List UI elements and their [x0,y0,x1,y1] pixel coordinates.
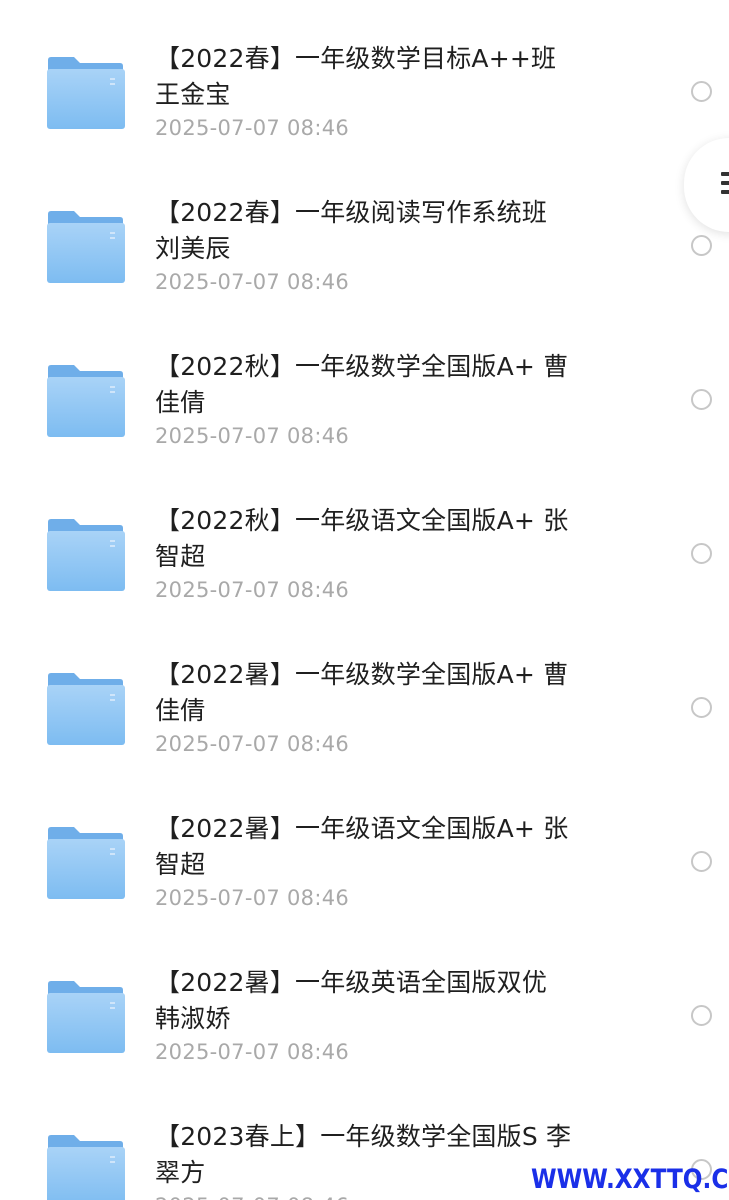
folder-icon [46,210,126,284]
folder-icon [46,56,126,130]
menu-icon [721,172,729,199]
file-info: 【2022暑】一年级英语全国版双优 韩淑娇 2025-07-07 08:46 [155,965,615,1067]
select-radio[interactable] [691,697,712,718]
folder-icon [46,518,126,592]
file-date: 2025-07-07 08:46 [155,886,350,910]
watermark-text: WWW.XXTTQ.COM [531,1164,729,1195]
file-name: 【2022秋】一年级数学全国版A+ 曹 佳倩 [155,352,569,417]
folder-icon [46,364,126,438]
file-date: 2025-07-07 08:46 [155,116,350,140]
file-name: 【2022暑】一年级英语全国版双优 韩淑娇 [155,968,548,1033]
file-info: 【2022暑】一年级数学全国版A+ 曹 佳倩 2025-07-07 08:46 [155,657,615,759]
list-item[interactable]: 【2022春】一年级阅读写作系统班 刘美辰 2025-07-07 08:46 [0,154,729,308]
file-info: 【2022秋】一年级语文全国版A+ 张 智超 2025-07-07 08:46 [155,503,615,605]
file-date: 2025-07-07 08:46 [155,732,350,756]
list-item[interactable]: 【2022暑】一年级语文全国版A+ 张 智超 2025-07-07 08:46 [0,770,729,924]
select-radio[interactable] [691,543,712,564]
list-item[interactable]: 【2022暑】一年级数学全国版A+ 曹 佳倩 2025-07-07 08:46 [0,616,729,770]
file-name: 【2022秋】一年级语文全国版A+ 张 智超 [155,506,569,571]
file-date: 2025-07-07 08:46 [155,578,350,602]
list-item[interactable]: 【2022春】一年级数学目标A++班 王金宝 2025-07-07 08:46 [0,0,729,154]
folder-icon [46,826,126,900]
list-item[interactable]: 【2022秋】一年级语文全国版A+ 张 智超 2025-07-07 08:46 [0,462,729,616]
file-info: 【2022秋】一年级数学全国版A+ 曹 佳倩 2025-07-07 08:46 [155,349,615,451]
file-name: 【2022暑】一年级语文全国版A+ 张 智超 [155,814,569,879]
list-item[interactable]: 【2022暑】一年级英语全国版双优 韩淑娇 2025-07-07 08:46 [0,924,729,1078]
file-list-screen: 【2022春】一年级数学目标A++班 王金宝 2025-07-07 08:46 … [0,0,729,1200]
file-info: 【2022暑】一年级语文全国版A+ 张 智超 2025-07-07 08:46 [155,811,615,913]
file-name: 【2022春】一年级数学目标A++班 王金宝 [155,44,557,109]
file-name: 【2022春】一年级阅读写作系统班 刘美辰 [155,198,548,263]
folder-icon [46,1134,126,1200]
file-list: 【2022春】一年级数学目标A++班 王金宝 2025-07-07 08:46 … [0,0,729,1200]
file-info: 【2022春】一年级数学目标A++班 王金宝 2025-07-07 08:46 [155,41,615,143]
select-radio[interactable] [691,851,712,872]
file-date: 2025-07-07 08:46 [155,424,350,448]
file-date: 2025-07-07 08:46 [155,270,350,294]
file-date: 2025-07-07 08:46 [155,1040,350,1064]
file-name: 【2022暑】一年级数学全国版A+ 曹 佳倩 [155,660,569,725]
folder-icon [46,672,126,746]
folder-icon [46,980,126,1054]
select-radio[interactable] [691,235,712,256]
select-radio[interactable] [691,389,712,410]
list-item[interactable]: 【2022秋】一年级数学全国版A+ 曹 佳倩 2025-07-07 08:46 [0,308,729,462]
select-radio[interactable] [691,1005,712,1026]
select-radio[interactable] [691,81,712,102]
file-info: 【2022春】一年级阅读写作系统班 刘美辰 2025-07-07 08:46 [155,195,615,297]
